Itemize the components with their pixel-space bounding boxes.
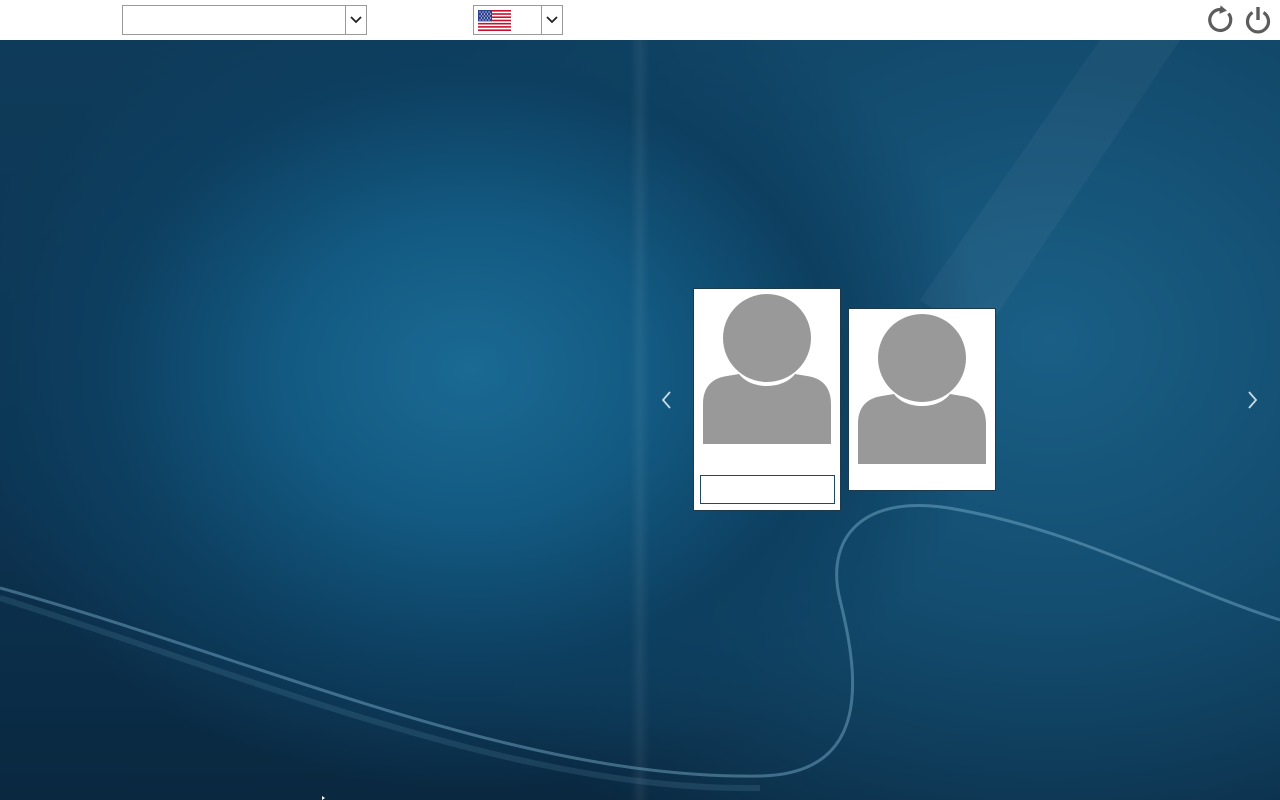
reboot-button[interactable] (1205, 4, 1237, 36)
top-bar (0, 0, 1280, 40)
chevron-down-icon[interactable] (345, 6, 366, 34)
language-select[interactable] (473, 5, 563, 35)
user-tile-selected[interactable] (693, 288, 841, 511)
mouse-cursor-icon (322, 796, 325, 800)
session-select[interactable] (122, 5, 367, 35)
chevron-left-icon (661, 391, 671, 409)
login-wallpaper (0, 40, 1280, 800)
chevron-right-icon (1248, 391, 1258, 409)
default-user-avatar-icon (858, 314, 986, 464)
next-user-button[interactable] (1243, 388, 1263, 412)
user-tile[interactable] (848, 308, 996, 491)
default-user-avatar-icon (703, 294, 831, 444)
password-input[interactable] (700, 475, 835, 504)
us-flag-icon (478, 10, 511, 31)
power-icon (1245, 7, 1271, 34)
reboot-icon (1208, 5, 1233, 33)
wallpaper-swoosh (0, 40, 1280, 800)
previous-user-button[interactable] (656, 388, 676, 412)
chevron-down-icon[interactable] (541, 6, 562, 34)
power-button[interactable] (1242, 4, 1274, 36)
